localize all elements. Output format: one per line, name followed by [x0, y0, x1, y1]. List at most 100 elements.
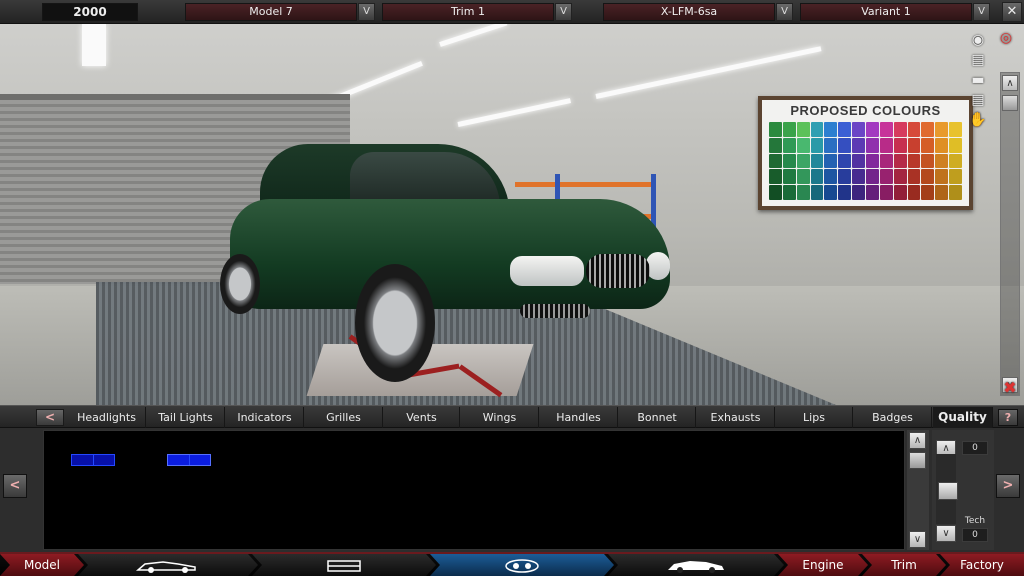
help-button[interactable]: ? — [998, 409, 1018, 426]
tab-badges[interactable]: Badges — [854, 407, 932, 428]
nav-body-parts[interactable] — [430, 554, 614, 576]
trim-select[interactable]: Trim 1 — [382, 3, 554, 21]
tabs-prev-button[interactable]: < — [36, 409, 64, 426]
hand-icon[interactable]: ✋ — [966, 112, 990, 128]
colour-swatch — [852, 122, 865, 137]
ceiling-light — [82, 24, 106, 66]
engine-dropdown-button[interactable]: V — [776, 3, 793, 21]
colour-swatch — [769, 169, 782, 185]
variant-select[interactable]: Variant 1 — [800, 3, 972, 21]
car-3d-viewport[interactable]: PROPOSED COLOURS ◉ ◎ ▤ ▬ ▤ ✋ ∧ ∨ ✖ — [0, 24, 1024, 405]
colour-swatch — [893, 122, 907, 137]
parts-scroll-thumb[interactable] — [909, 452, 926, 469]
variant-dropdown-button[interactable]: V — [973, 3, 990, 21]
colour-swatch — [782, 137, 796, 153]
colour-swatch — [921, 137, 935, 153]
tab-exhausts[interactable]: Exhausts — [697, 407, 775, 428]
tab-wings[interactable]: Wings — [461, 407, 539, 428]
tab-quality[interactable]: Quality — [933, 407, 993, 428]
tab-bonnet[interactable]: Bonnet — [619, 407, 696, 428]
quality-slider-thumb[interactable] — [938, 482, 958, 500]
tab-indicators[interactable]: Indicators — [226, 407, 304, 428]
nav-chassis[interactable] — [252, 554, 436, 576]
category-tab-bar: < Headlights Tail Lights Indicators Gril… — [0, 405, 1024, 428]
parts-scrollbar[interactable]: ∧ ∨ — [907, 430, 929, 550]
nav-factory[interactable]: Factory — [940, 554, 1024, 576]
colour-swatch — [810, 185, 824, 200]
nav-trim[interactable]: Trim — [862, 554, 946, 576]
trim-dropdown-button[interactable]: V — [555, 3, 572, 21]
colour-swatch — [879, 169, 893, 185]
eye-icon[interactable]: ◎ — [994, 30, 1018, 46]
chassis-icon — [324, 558, 364, 574]
colour-swatch — [935, 185, 949, 200]
grille — [586, 254, 650, 288]
tech-label: Tech — [964, 516, 986, 526]
colour-swatch — [907, 153, 921, 169]
colour-swatch — [838, 137, 852, 153]
panel-prev-button[interactable]: < — [3, 474, 27, 498]
colour-swatch — [893, 137, 907, 153]
colour-swatch — [810, 137, 824, 153]
model-select[interactable]: Model 7 — [185, 3, 357, 21]
colour-swatch — [796, 169, 810, 185]
tab-vents[interactable]: Vents — [384, 407, 460, 428]
tab-grilles[interactable]: Grilles — [305, 407, 383, 428]
colour-swatch — [949, 137, 962, 153]
colour-swatch — [852, 169, 865, 185]
colour-swatch — [949, 185, 962, 200]
colour-swatch — [907, 185, 921, 200]
camera-icon[interactable]: ◉ — [966, 32, 990, 48]
parts-scroll-up-button[interactable]: ∧ — [909, 432, 926, 449]
car-side-icon[interactable]: ▬ — [966, 72, 990, 88]
view-scrollbar[interactable]: ∧ ∨ — [1000, 72, 1020, 396]
headlight-part-option[interactable] — [71, 454, 115, 466]
nav-engine[interactable]: Engine — [778, 554, 868, 576]
colour-swatch — [921, 153, 935, 169]
close-button[interactable]: ✕ — [1002, 2, 1022, 22]
chassis-icon[interactable]: ▤ — [966, 52, 990, 68]
delete-icon[interactable]: ✖ — [998, 380, 1022, 396]
colour-swatch — [879, 137, 893, 153]
colour-swatch — [769, 185, 782, 200]
tab-headlights[interactable]: Headlights — [68, 407, 146, 428]
tab-lips[interactable]: Lips — [776, 407, 853, 428]
lift-icon[interactable]: ▤ — [966, 92, 990, 108]
quality-down-button[interactable]: ∨ — [936, 525, 956, 542]
colour-swatch — [810, 153, 824, 169]
colour-swatch — [935, 153, 949, 169]
model-dropdown-button[interactable]: V — [358, 3, 375, 21]
scroll-up-button[interactable]: ∧ — [1002, 75, 1018, 91]
engine-select[interactable]: X-LFM-6sa — [603, 3, 775, 21]
panel-next-button[interactable]: > — [996, 474, 1020, 498]
quality-slider[interactable] — [936, 454, 958, 524]
nav-car-design[interactable] — [78, 554, 258, 576]
tab-handles[interactable]: Handles — [540, 407, 618, 428]
headlight-part-option-selected[interactable] — [167, 454, 211, 466]
car-model[interactable] — [220, 144, 680, 398]
colour-swatch — [921, 169, 935, 185]
scroll-thumb[interactable] — [1002, 95, 1018, 111]
colour-swatch — [865, 169, 879, 185]
colour-swatch — [838, 153, 852, 169]
parts-scroll-down-button[interactable]: ∨ — [909, 531, 926, 548]
colour-swatch — [824, 122, 838, 137]
colour-swatch — [949, 169, 962, 185]
colour-swatch — [782, 153, 796, 169]
colour-swatch — [935, 122, 949, 137]
colour-swatch — [893, 185, 907, 200]
nav-car-side[interactable] — [608, 554, 784, 576]
colour-swatch — [949, 153, 962, 169]
colour-swatch — [921, 185, 935, 200]
nav-model[interactable]: Model — [0, 554, 84, 576]
lower-vent — [520, 304, 590, 318]
headlight-icon — [502, 558, 542, 574]
tab-tail-lights[interactable]: Tail Lights — [147, 407, 225, 428]
colour-swatch — [865, 185, 879, 200]
colour-swatch — [769, 122, 782, 137]
colour-swatch — [865, 122, 879, 137]
colour-swatch — [769, 153, 782, 169]
parts-list[interactable] — [43, 430, 905, 550]
colour-swatch — [838, 169, 852, 185]
colour-swatch — [949, 122, 962, 137]
